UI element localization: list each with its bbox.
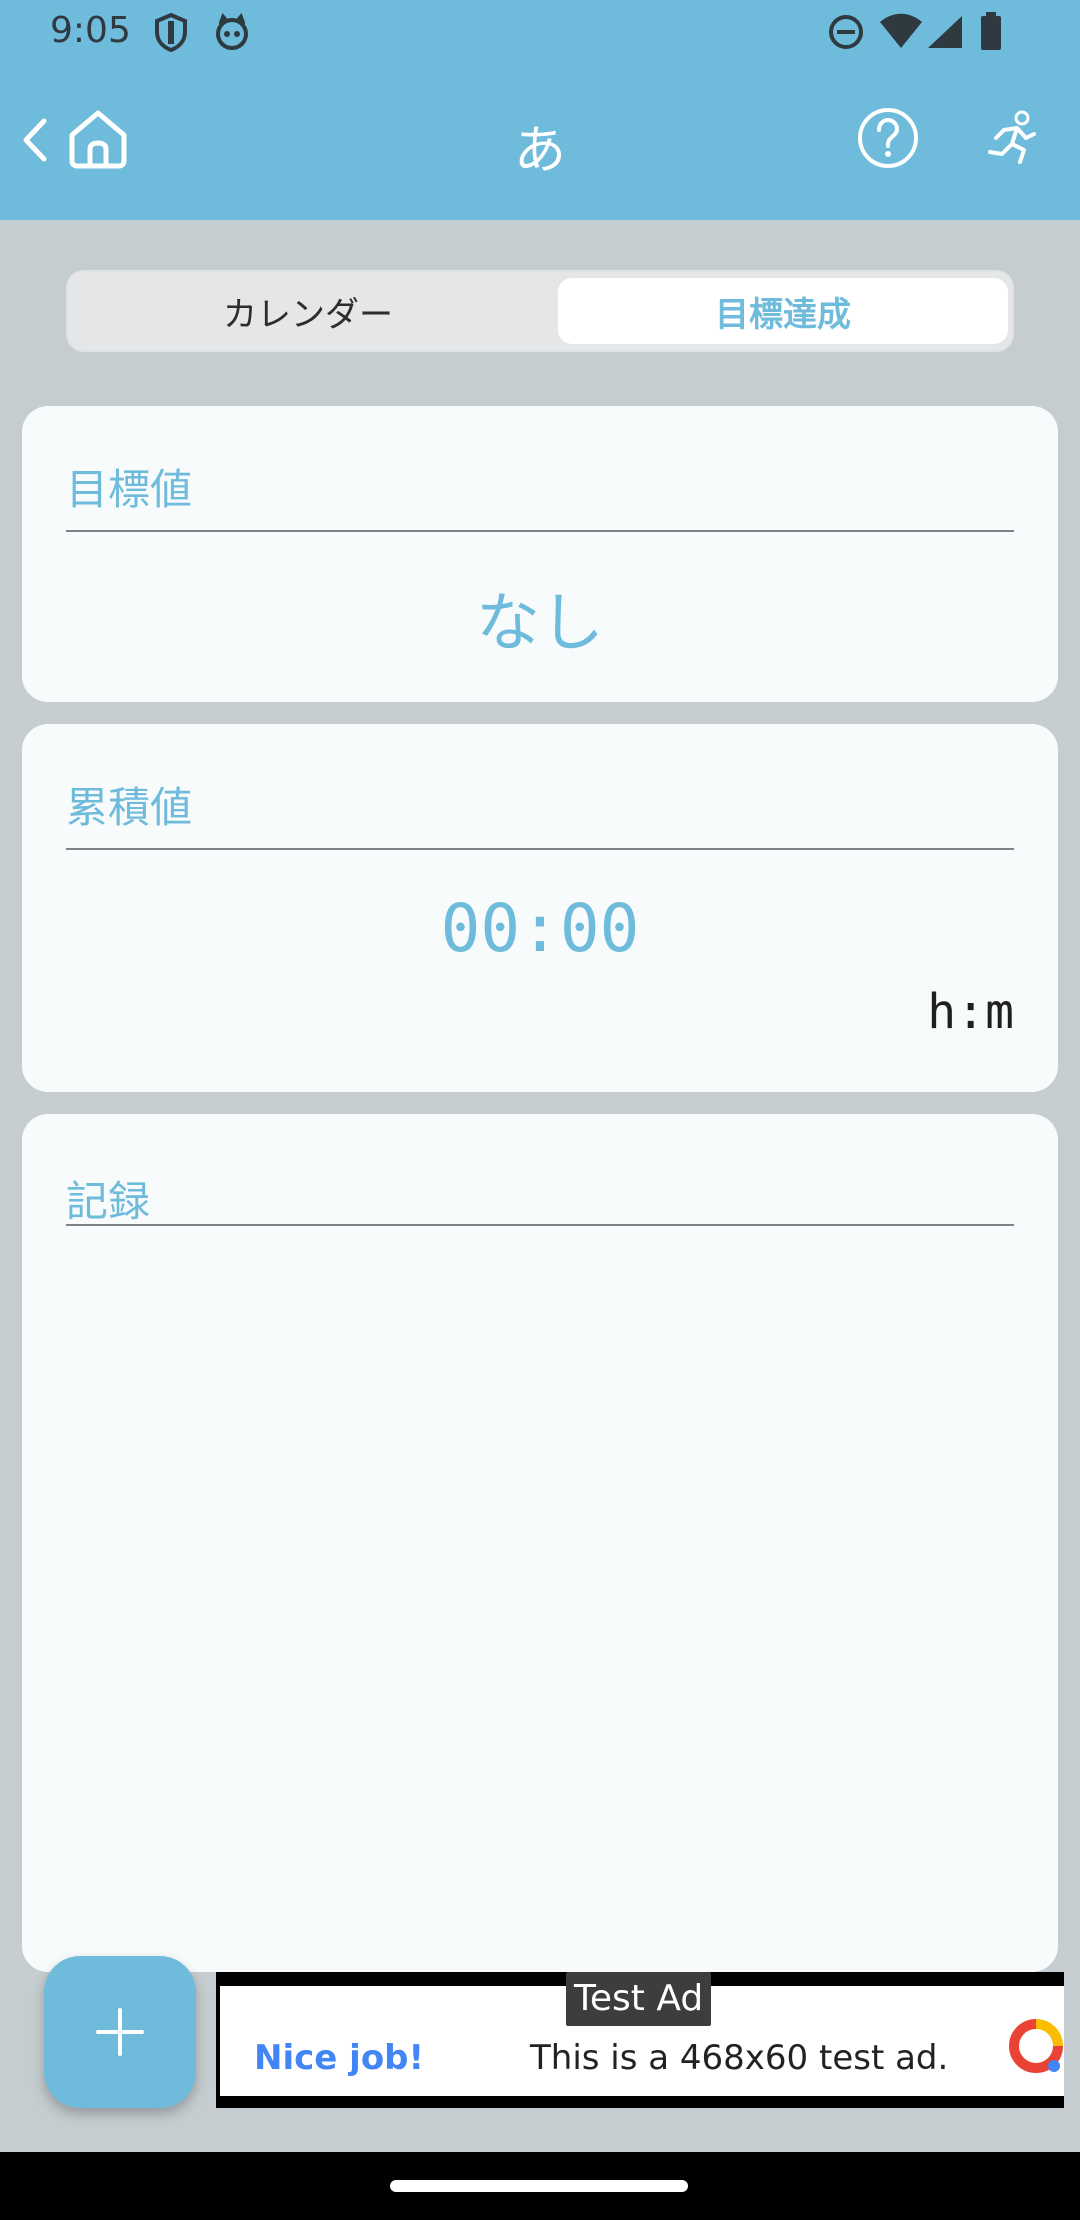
status-bar: 9:05 bbox=[0, 0, 1080, 66]
records-list[interactable] bbox=[66, 1244, 1014, 1944]
plus-icon bbox=[96, 2008, 144, 2056]
records-card: 記録 bbox=[22, 1114, 1058, 1972]
ad-headline: Nice job! bbox=[254, 2038, 425, 2078]
unit-label: h:m bbox=[927, 984, 1014, 1040]
help-button[interactable] bbox=[856, 106, 920, 170]
ad-banner[interactable]: Nice job! This is a 468x60 test ad. Test… bbox=[216, 1972, 1064, 2108]
records-label: 記録 bbox=[66, 1177, 151, 1226]
ad-choices-icon[interactable] bbox=[1008, 2018, 1064, 2078]
home-gesture-handle[interactable] bbox=[390, 2180, 688, 2192]
target-card: 目標値 なし bbox=[22, 406, 1058, 702]
question-mark-icon bbox=[858, 108, 918, 168]
cumulative-value: 00:00 bbox=[440, 890, 640, 967]
app-bar: あ bbox=[0, 66, 1080, 220]
wifi-icon bbox=[878, 12, 924, 56]
ad-text: This is a 468x60 test ad. bbox=[530, 2038, 949, 2078]
tab-goal-achievement[interactable]: 目標達成 bbox=[558, 278, 1008, 344]
status-time: 9:05 bbox=[50, 10, 131, 51]
add-record-button[interactable] bbox=[44, 1956, 196, 2108]
divider bbox=[66, 848, 1014, 850]
battery-icon bbox=[978, 12, 1004, 56]
cumulative-label: 累積値 bbox=[66, 783, 193, 832]
cat-face-icon bbox=[212, 12, 252, 56]
system-navigation-bar bbox=[0, 2152, 1080, 2220]
shield-icon bbox=[152, 12, 190, 56]
tab-calendar[interactable]: カレンダー bbox=[68, 272, 548, 350]
cellular-signal-icon bbox=[926, 12, 964, 56]
cumulative-card: 累積値 00:00 h:m bbox=[22, 724, 1058, 1092]
running-person-icon bbox=[988, 110, 1036, 164]
target-value[interactable]: なし bbox=[22, 572, 1058, 664]
do-not-disturb-icon bbox=[826, 12, 866, 56]
target-label: 目標値 bbox=[66, 465, 193, 514]
activity-button[interactable] bbox=[982, 108, 1038, 168]
divider bbox=[66, 530, 1014, 532]
test-ad-badge: Test Ad bbox=[566, 1972, 712, 2026]
divider bbox=[66, 1224, 1014, 1226]
view-switcher: カレンダー 目標達成 bbox=[66, 270, 1014, 352]
